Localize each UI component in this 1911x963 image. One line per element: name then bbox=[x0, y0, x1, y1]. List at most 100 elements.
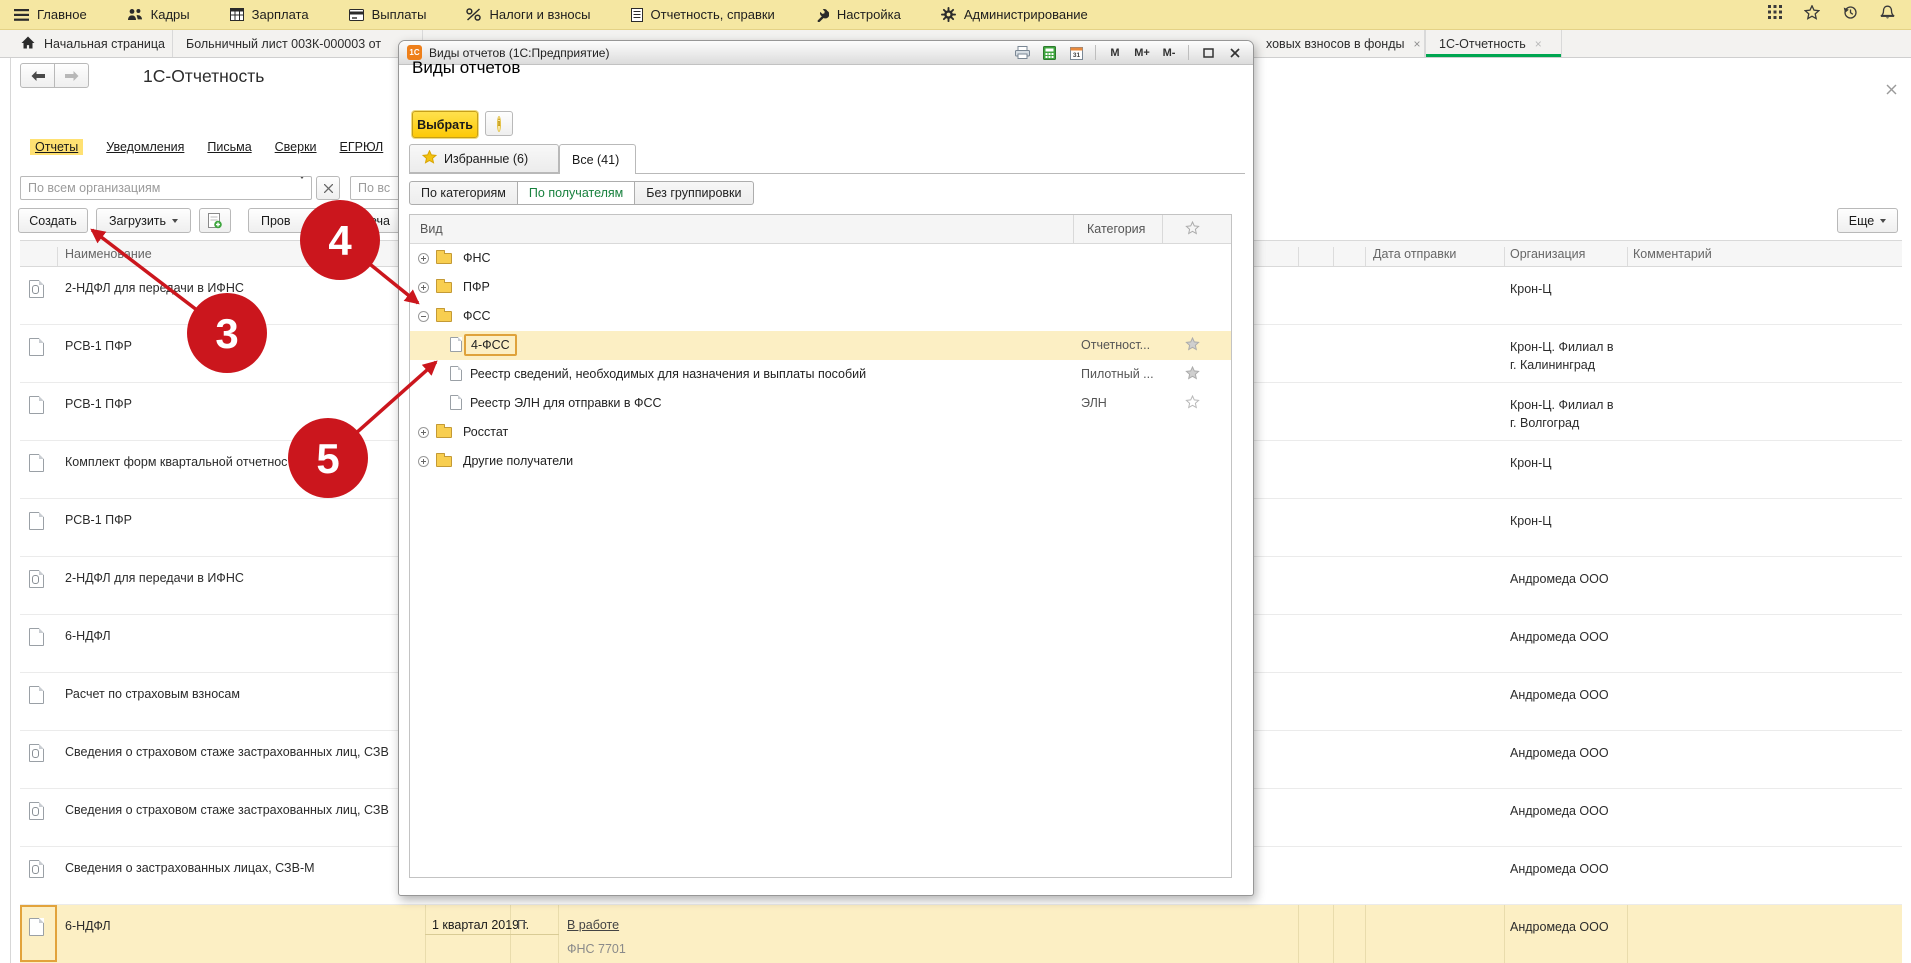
document-icon bbox=[631, 8, 643, 22]
close-icon[interactable]: × bbox=[1413, 37, 1420, 51]
menu-salary[interactable]: Зарплата bbox=[230, 7, 309, 22]
collapse-icon[interactable] bbox=[418, 311, 429, 322]
scale-m-minus-button[interactable]: M- bbox=[1159, 43, 1179, 62]
report-organization: Андромеда ООО bbox=[1510, 571, 1622, 589]
column-header-name[interactable]: Наименование bbox=[65, 247, 152, 261]
tabstrip-border bbox=[409, 173, 1245, 174]
report-flag: П bbox=[517, 918, 526, 932]
menu-settings[interactable]: Настройка bbox=[815, 7, 901, 22]
section-link-reports[interactable]: Отчеты bbox=[30, 139, 83, 155]
calculator-icon[interactable] bbox=[1039, 43, 1059, 62]
maximize-icon[interactable] bbox=[1198, 43, 1218, 62]
more-button[interactable]: Еще bbox=[1837, 208, 1898, 233]
select-button[interactable]: Выбрать bbox=[412, 111, 478, 138]
document-sent-icon bbox=[29, 280, 44, 298]
report-organization: Крон-Ц bbox=[1510, 513, 1622, 531]
no-grouping-button[interactable]: Без группировки bbox=[635, 181, 753, 205]
column-header-sent-date[interactable]: Дата отправки bbox=[1373, 247, 1456, 261]
report-name: Сведения о страховом стаже застрахованны… bbox=[65, 803, 389, 817]
expand-icon[interactable] bbox=[418, 427, 429, 438]
tab-1c-reporting[interactable]: 1С-Отчетность × bbox=[1425, 30, 1562, 57]
print-icon[interactable] bbox=[1012, 43, 1032, 62]
column-header-organization[interactable]: Организация bbox=[1510, 247, 1585, 261]
back-button[interactable] bbox=[20, 63, 55, 88]
dialog-titlebar[interactable]: 1С Виды отчетов (1С:Предприятие) 31 M M+… bbox=[399, 41, 1253, 65]
bell-icon[interactable] bbox=[1880, 5, 1895, 25]
menu-taxes[interactable]: Налоги и взносы bbox=[466, 7, 590, 22]
tree-row-other-recipients[interactable]: Другие получатели bbox=[410, 447, 1231, 476]
section-link-reconciliations[interactable]: Сверки bbox=[275, 140, 317, 154]
tree-header: Вид Категория bbox=[410, 215, 1231, 244]
tab-favorites[interactable]: Избранные (6) bbox=[409, 144, 559, 173]
tree-row-registry-eln[interactable]: Реестр ЭЛН для отправки в ФСС ЭЛН bbox=[410, 389, 1231, 418]
menu-staff[interactable]: Кадры bbox=[127, 7, 190, 22]
apps-grid-icon[interactable] bbox=[1768, 5, 1782, 24]
calendar-icon[interactable]: 31 bbox=[1066, 43, 1086, 62]
scale-m-plus-button[interactable]: M+ bbox=[1132, 43, 1152, 62]
favorite-star-icon[interactable] bbox=[1185, 395, 1200, 412]
forward-button[interactable] bbox=[54, 63, 89, 88]
favorite-star-icon[interactable] bbox=[1185, 366, 1200, 383]
info-button[interactable]: i bbox=[485, 111, 513, 136]
form-close-icon[interactable] bbox=[1886, 82, 1897, 100]
column-header-comment[interactable]: Комментарий bbox=[1633, 247, 1712, 261]
organization-filter-combo[interactable]: По всем организациям bbox=[20, 176, 312, 200]
create-button[interactable]: Создать bbox=[18, 208, 88, 233]
load-file-button[interactable] bbox=[199, 208, 231, 233]
scale-m-button[interactable]: M bbox=[1105, 43, 1125, 62]
table-icon bbox=[230, 8, 244, 21]
app-window: Главное Кадры Зарплата Выплаты Налоги и … bbox=[0, 0, 1911, 963]
close-icon[interactable]: × bbox=[1535, 37, 1542, 51]
tree-row-4fss-selected[interactable]: 4-ФСС Отчетност... bbox=[410, 331, 1231, 360]
tree-row-fns[interactable]: ФНС bbox=[410, 244, 1231, 273]
section-link-notifications[interactable]: Уведомления bbox=[106, 140, 184, 154]
tab-sick-leave[interactable]: Больничный лист 003К-000003 от bbox=[173, 30, 423, 57]
report-name: РСВ-1 ПФР bbox=[65, 397, 132, 411]
report-organization: Андромеда ООО bbox=[1510, 861, 1622, 879]
column-header-category[interactable]: Категория bbox=[1087, 222, 1145, 236]
info-icon: i bbox=[497, 116, 502, 132]
star-column-header-icon[interactable] bbox=[1185, 221, 1200, 238]
category-value: Отчетност... bbox=[1081, 338, 1167, 352]
menu-main[interactable]: Главное bbox=[14, 7, 87, 22]
selected-item-outline: 4-ФСС bbox=[464, 334, 517, 356]
doc-plus-icon bbox=[208, 213, 222, 229]
table-row-selected[interactable]: 6-НДФЛ 1 квартал 2019 г. П В работе ФНС … bbox=[20, 905, 1902, 963]
chevron-down-icon[interactable] bbox=[293, 179, 311, 197]
close-icon[interactable] bbox=[1225, 43, 1245, 62]
expand-icon[interactable] bbox=[418, 282, 429, 293]
hamburger-icon[interactable] bbox=[14, 9, 29, 21]
tab-contributions[interactable]: ховых взносов в фонды × bbox=[1253, 30, 1425, 57]
report-status-link[interactable]: В работе bbox=[567, 918, 619, 932]
document-icon bbox=[29, 628, 44, 646]
tab-home[interactable]: Начальная страница bbox=[8, 30, 173, 57]
report-name: РСВ-1 ПФР bbox=[65, 339, 132, 353]
menu-administration[interactable]: Администрирование bbox=[941, 7, 1088, 22]
column-header-kind[interactable]: Вид bbox=[420, 222, 443, 236]
tree-row-rosstat[interactable]: Росстат bbox=[410, 418, 1231, 447]
document-icon bbox=[29, 454, 44, 472]
document-icon bbox=[450, 337, 462, 352]
report-organization: Андромеда ООО bbox=[1510, 745, 1622, 763]
star-icon[interactable] bbox=[1804, 5, 1820, 25]
favorite-star-icon[interactable] bbox=[1185, 337, 1200, 354]
menu-payments[interactable]: Выплаты bbox=[349, 7, 427, 22]
menu-reporting[interactable]: Отчетность, справки bbox=[631, 7, 775, 22]
tree-row-pfr[interactable]: ПФР bbox=[410, 273, 1231, 302]
report-name: 2-НДФЛ для передачи в ИФНС bbox=[65, 571, 244, 585]
report-status-detail: ФНС 7701 bbox=[567, 942, 626, 956]
group-by-categories-button[interactable]: По категориям bbox=[409, 181, 518, 205]
group-by-recipients-button[interactable]: По получателям bbox=[518, 181, 635, 205]
gear-icon bbox=[941, 7, 956, 22]
section-link-egrul[interactable]: ЕГРЮЛ bbox=[340, 140, 384, 154]
tab-all[interactable]: Все (41) bbox=[559, 144, 636, 174]
expand-icon[interactable] bbox=[418, 456, 429, 467]
load-button[interactable]: Загрузить bbox=[96, 208, 191, 233]
folder-icon bbox=[436, 253, 452, 264]
history-icon[interactable] bbox=[1842, 5, 1858, 25]
tree-row-registry-benefits[interactable]: Реестр сведений, необходимых для назначе… bbox=[410, 360, 1231, 389]
tree-row-fss[interactable]: ФСС bbox=[410, 302, 1231, 331]
section-link-letters[interactable]: Письма bbox=[207, 140, 251, 154]
clear-filter-button[interactable] bbox=[316, 176, 340, 200]
expand-icon[interactable] bbox=[418, 253, 429, 264]
